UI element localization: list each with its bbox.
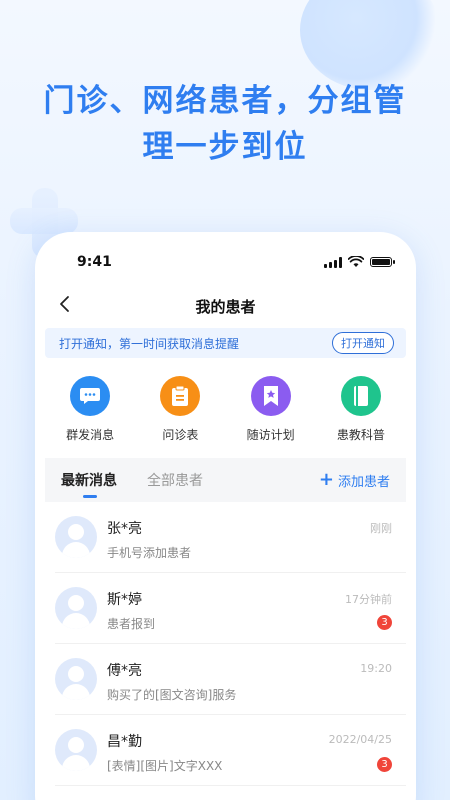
- last-message: 手机号添加患者: [107, 546, 192, 560]
- patient-name: 傅*亮: [107, 663, 142, 679]
- patient-name: 张*亮: [107, 521, 142, 537]
- shortcut-consultation-form[interactable]: 问诊表: [145, 376, 215, 458]
- message-time: 刚刚: [370, 522, 392, 535]
- tab-latest-messages[interactable]: 最新消息: [61, 470, 117, 498]
- message-time: 19:20: [360, 662, 392, 675]
- shortcut-group-message[interactable]: 群发消息: [55, 376, 125, 458]
- notification-banner: 打开通知，第一时间获取消息提醒 打开通知: [45, 328, 406, 358]
- page-title: 我的患者: [195, 298, 256, 316]
- shortcut-label: 群发消息: [66, 428, 115, 442]
- enable-notification-button[interactable]: 打开通知: [332, 332, 394, 354]
- shortcut-followup-plan[interactable]: 随访计划: [236, 376, 306, 458]
- patient-message-list: 张*亮 手机号添加患者 刚刚 斯*婷 患者报到 17分钟前 3 傅*亮 购买了的…: [35, 502, 416, 786]
- add-patient-label: 添加患者: [337, 474, 390, 490]
- notification-banner-text: 打开通知，第一时间获取消息提醒: [59, 336, 240, 351]
- list-item[interactable]: 斯*婷 患者报到 17分钟前 3: [55, 573, 406, 644]
- bookmark-star-icon: [250, 376, 291, 416]
- patient-name: 斯*婷: [107, 592, 142, 608]
- message-time: 2022/04/25: [328, 733, 392, 746]
- message-time: 17分钟前: [345, 593, 392, 606]
- status-bar: 9:41: [35, 232, 416, 292]
- shortcut-label: 问诊表: [162, 428, 199, 442]
- battery-icon: [370, 257, 395, 267]
- list-item[interactable]: 昌*勤 [表情][图片]文字XXX 2022/04/25 3: [55, 715, 406, 786]
- avatar: [55, 587, 97, 629]
- shortcut-grid: 群发消息 问诊表 随访计划 患教科普: [35, 358, 416, 458]
- unread-badge: 3: [377, 757, 392, 772]
- wifi-icon: [348, 256, 364, 267]
- add-patient-button[interactable]: + 添加患者: [319, 471, 390, 490]
- chat-bubble-icon: [70, 376, 111, 416]
- plus-icon: +: [318, 469, 334, 490]
- last-message: 患者报到: [107, 617, 156, 631]
- patient-name: 昌*勤: [107, 734, 142, 750]
- signal-icon: [324, 256, 342, 268]
- status-icons: [324, 256, 395, 268]
- shortcut-label: 患教科普: [336, 428, 385, 442]
- shortcut-patient-education[interactable]: 患教科普: [326, 376, 396, 458]
- list-item[interactable]: 傅*亮 购买了的[图文咨询]服务 19:20: [55, 644, 406, 715]
- status-time: 9:41: [77, 254, 112, 270]
- shortcut-label: 随访计划: [246, 428, 295, 442]
- decorative-plus-icon-bar: [10, 208, 78, 234]
- book-icon: [340, 376, 381, 416]
- last-message: 购买了的[图文咨询]服务: [107, 688, 237, 702]
- last-message: [表情][图片]文字XXX: [107, 759, 223, 773]
- tab-all-patients[interactable]: 全部患者: [147, 470, 203, 490]
- avatar: [55, 516, 97, 558]
- promo-headline: 门诊、网络患者，分组管 理一步到位: [0, 78, 450, 170]
- unread-badge: 3: [377, 615, 392, 630]
- headline-line-1: 门诊、网络患者，分组管: [43, 83, 407, 119]
- nav-bar: 我的患者: [35, 292, 416, 322]
- message-tabs: 最新消息 全部患者 + 添加患者: [45, 458, 406, 502]
- avatar: [55, 729, 97, 771]
- avatar: [55, 658, 97, 700]
- clipboard-icon: [160, 376, 201, 416]
- phone-screen: 9:41 我的患者 打开通知，第一时间获取消息提醒 打开通知 群发消息 问诊表 …: [35, 232, 416, 800]
- headline-line-2: 理一步到位: [142, 129, 308, 165]
- decorative-heart-shape: [300, 0, 440, 90]
- list-item[interactable]: 张*亮 手机号添加患者 刚刚: [55, 502, 406, 573]
